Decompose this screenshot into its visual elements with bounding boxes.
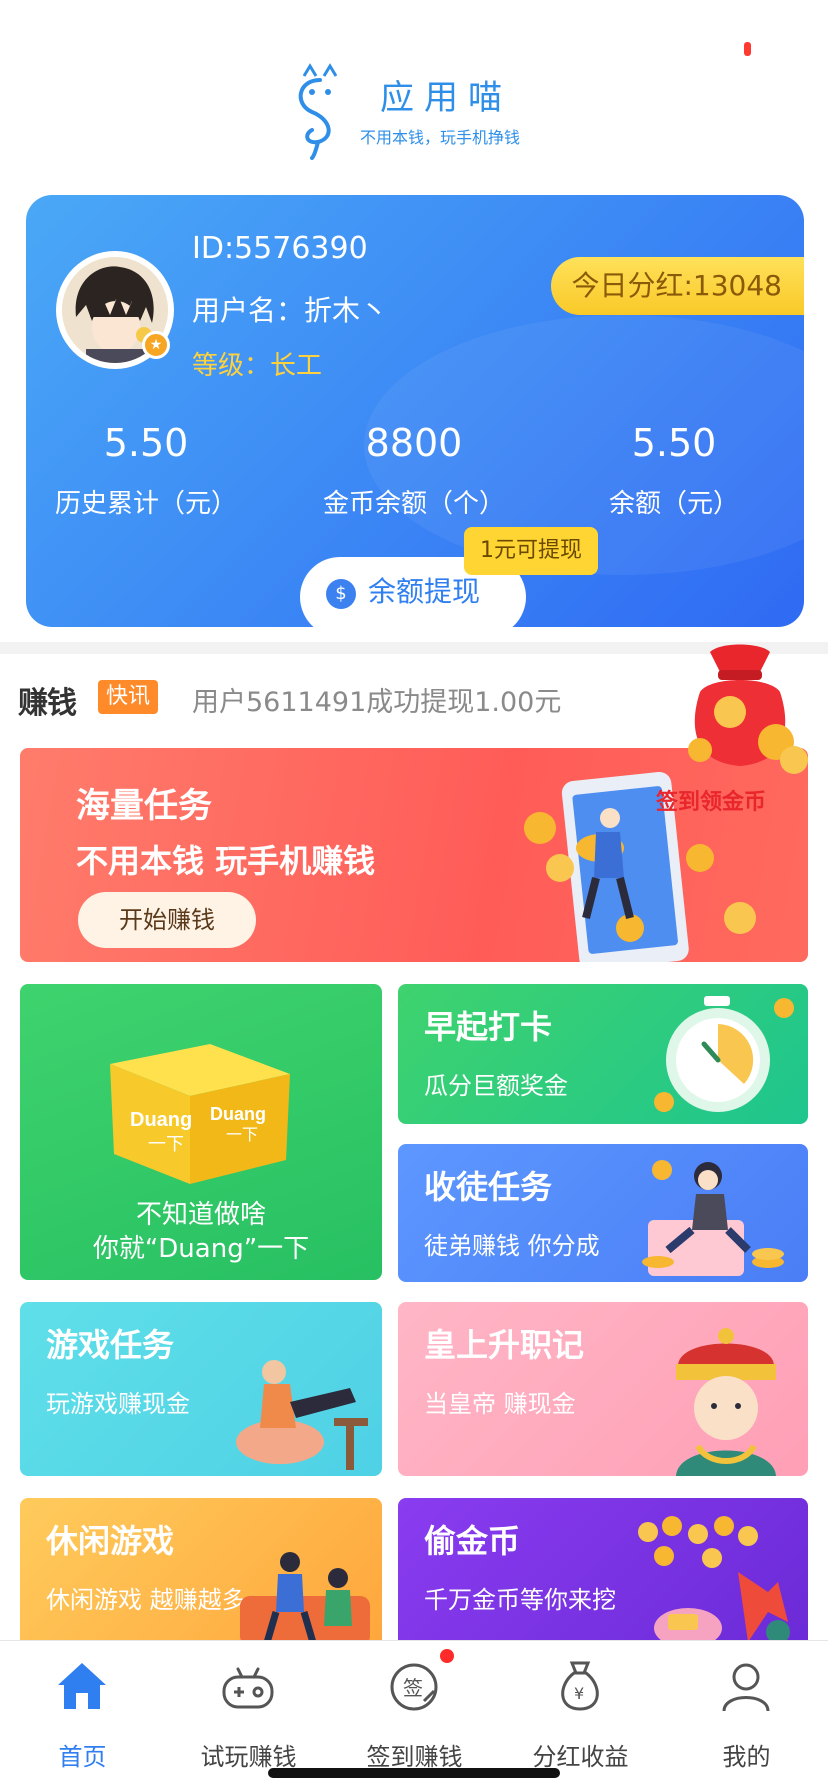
nav-label: 分红收益	[532, 1743, 629, 1771]
stat-label: 金币余额（个）	[322, 489, 505, 519]
user-icon	[722, 1663, 770, 1712]
withdraw-tip-badge: 1元可提现	[464, 527, 598, 575]
mystery-box-illustration: Duang 一下 Duang 一下	[110, 1044, 290, 1184]
duang-line-2: 你就“Duang”一下	[92, 1234, 310, 1264]
stat-coin-balance[interactable]: 8800 金币余额（个）	[294, 421, 534, 520]
morning-checkin-tile[interactable]: 早起打卡 瓜分巨额奖金	[398, 984, 808, 1124]
news-text: 用户5611491成功提现1.00元	[192, 687, 562, 718]
tile-subtitle: 玩游戏赚现金	[46, 1390, 190, 1418]
tile-title: 游戏任务	[46, 1326, 175, 1364]
stat-value: 5.50	[103, 421, 189, 465]
cat-logo-icon	[298, 63, 338, 160]
tile-subtitle: 徒弟赚钱 你分成	[424, 1232, 600, 1260]
tile-subtitle: 当皇帝 赚现金	[424, 1390, 576, 1418]
nav-label: 签到赚钱	[366, 1743, 463, 1771]
home-indicator[interactable]	[268, 1768, 560, 1778]
tile-title: 休闲游戏	[46, 1522, 175, 1560]
app-name: 应用喵	[380, 78, 512, 118]
stat-balance[interactable]: 5.50 余额（元）	[554, 421, 794, 520]
duang-tile[interactable]: Duang 一下 Duang 一下 不知道做啥 你就“Duang”一下	[20, 984, 382, 1280]
status-indicator	[744, 42, 751, 56]
nav-label: 我的	[722, 1743, 771, 1771]
person-coins-illustration	[642, 1160, 784, 1276]
gamepad-icon	[222, 1667, 274, 1709]
news-brand: 赚钱	[18, 686, 77, 721]
stat-label: 余额（元）	[608, 489, 739, 519]
nav-label: 试玩赚钱	[200, 1743, 297, 1771]
checkin-label[interactable]: 签到领金币	[656, 784, 766, 816]
nav-home[interactable]: 首页	[0, 1641, 165, 1771]
nav-label: 首页	[58, 1743, 107, 1771]
notification-dot	[440, 1649, 454, 1663]
tile-title: 偷金币	[424, 1522, 521, 1560]
duang-text: 不知道做啥 你就“Duang”一下	[20, 1198, 382, 1266]
start-earning-button[interactable]: 开始赚钱	[78, 892, 256, 948]
nav-trial-earn[interactable]: 试玩赚钱	[166, 1641, 331, 1771]
box-text: Duang	[130, 1109, 192, 1131]
money-bag-icon[interactable]	[660, 632, 820, 792]
emperor-illustration	[676, 1328, 776, 1476]
box-text: 一下	[148, 1134, 184, 1154]
stat-value: 8800	[365, 421, 463, 465]
duang-line-1: 不知道做啥	[135, 1200, 266, 1230]
sign-in-icon-text: 签	[403, 1676, 423, 1700]
nav-signin-earn[interactable]: 签 签到赚钱	[332, 1641, 497, 1771]
money-bag-icon-text: ¥	[574, 1684, 584, 1703]
app-header: 应用喵 不用本钱，玩手机挣钱	[0, 0, 828, 180]
stat-value: 5.50	[631, 421, 717, 465]
nav-dividend-income[interactable]: ¥ 分红收益	[498, 1641, 663, 1771]
box-text: 一下	[226, 1127, 258, 1144]
tile-subtitle: 千万金币等你来挖	[424, 1586, 616, 1614]
news-tag: 快讯	[98, 680, 159, 714]
dollar-icon: $	[326, 579, 356, 609]
banner-title: 海量任务	[76, 786, 212, 826]
tile-title: 早起打卡	[424, 1008, 553, 1046]
emperor-game-tile[interactable]: 皇上升职记 当皇帝 赚现金	[398, 1302, 808, 1476]
tile-title: 皇上升职记	[424, 1326, 585, 1364]
user-name: 用户名：折木丶	[192, 294, 389, 327]
user-level: 等级：长工	[192, 351, 323, 381]
gamer-illustration	[236, 1360, 368, 1470]
banner-subtitle: 不用本钱 玩手机赚钱	[76, 842, 376, 880]
stat-label: 历史累计（元）	[54, 489, 237, 519]
today-dividend-badge[interactable]: 今日分红:13048	[551, 257, 804, 315]
news-ticker[interactable]: 赚钱 快讯 用户5611491成功提现1.00元	[18, 672, 718, 722]
home-icon	[58, 1663, 106, 1709]
user-id: ID:5576390	[192, 231, 368, 266]
alarm-clock-illustration	[654, 996, 794, 1112]
stat-history-total[interactable]: 5.50 历史累计（元）	[26, 421, 266, 520]
withdraw-label: 余额提现	[368, 575, 481, 608]
user-info-card: ★ ID:5576390 用户名：折木丶 等级：长工 今日分红:13048 5.…	[26, 195, 804, 627]
level-star-icon: ★	[142, 331, 170, 359]
disciple-task-tile[interactable]: 收徒任务 徒弟赚钱 你分成	[398, 1144, 808, 1282]
tile-title: 收徒任务	[424, 1168, 553, 1206]
nav-mine[interactable]: 我的	[664, 1641, 828, 1771]
tile-subtitle: 休闲游戏 越赚越多	[46, 1586, 246, 1614]
app-slogan: 不用本钱，玩手机挣钱	[360, 128, 521, 147]
game-task-tile[interactable]: 游戏任务 玩游戏赚现金	[20, 1302, 382, 1476]
sign-in-icon: 签	[390, 1663, 438, 1711]
box-text: Duang	[210, 1104, 266, 1124]
money-bag-icon: ¥	[561, 1661, 599, 1711]
tile-subtitle: 瓜分巨额奖金	[424, 1072, 568, 1100]
